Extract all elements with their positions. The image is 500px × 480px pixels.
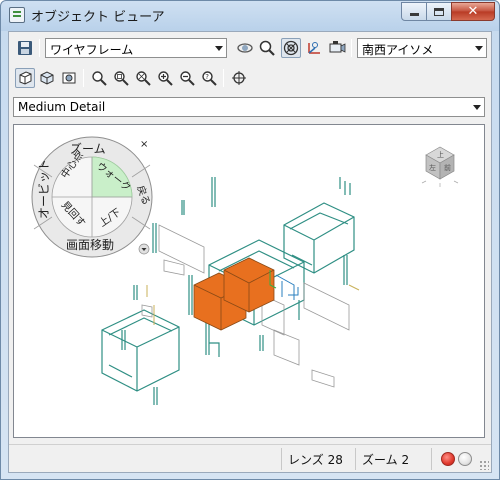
orbit-icon[interactable]: [235, 38, 255, 58]
object-viewer-window: オブジェクト ビューア ✕ ワイヤフレーム 南西アイソメ ? Medium De…: [0, 0, 500, 480]
wheel-close-button[interactable]: ×: [140, 139, 148, 150]
svg-text:?: ?: [205, 73, 209, 81]
zoom-help-icon[interactable]: ?: [199, 68, 219, 88]
visual-style-value: ワイヤフレーム: [50, 43, 134, 57]
toolbar-row-1: ワイヤフレーム 南西アイソメ: [9, 34, 491, 62]
app-icon: [9, 7, 25, 23]
detail-level-value: Medium Detail: [18, 100, 106, 114]
wheel-orbit-label[interactable]: オービット: [37, 159, 51, 219]
toolbar-row-2: ?: [9, 64, 491, 92]
toolbar-separator: [83, 69, 84, 87]
save-icon[interactable]: [15, 38, 35, 58]
zoom-window-icon[interactable]: [111, 68, 131, 88]
chevron-down-icon: [215, 46, 223, 51]
close-icon: ✕: [467, 4, 479, 19]
toolbar-separator: [223, 69, 224, 87]
toolbar-separator: [39, 39, 40, 57]
view-cube-top-label: 上: [437, 150, 444, 159]
viewport-canvas: 上 左 前 ズーム 画面移動 オービット 戻る 中心点 ウォーク 見回す 上/下…: [31, 136, 459, 405]
box-icon[interactable]: [37, 68, 57, 88]
zoom-in-icon[interactable]: [155, 68, 175, 88]
minimize-button[interactable]: [401, 2, 427, 21]
resize-grip[interactable]: [479, 460, 489, 470]
steering-wheel-icon[interactable]: [281, 38, 301, 58]
maximize-icon: [434, 7, 444, 16]
view-preset-value: 南西アイソメ: [362, 43, 434, 57]
steering-wheel[interactable]: ズーム 画面移動 オービット 戻る 中心点 ウォーク 見回す 上/下 ×: [31, 136, 153, 258]
chevron-down-icon: [475, 46, 483, 51]
zoom-status: ズーム 2: [355, 448, 431, 470]
wheel-pan-label[interactable]: 画面移動: [66, 238, 114, 252]
ucs-icon[interactable]: [305, 38, 325, 58]
view-preset-dropdown[interactable]: 南西アイソメ: [357, 38, 487, 58]
caption-buttons: ✕: [401, 2, 495, 21]
view-cube-left-label: 左: [429, 163, 436, 172]
view-cube-front-label: 前: [444, 163, 451, 172]
zoom-out-icon[interactable]: [177, 68, 197, 88]
close-button[interactable]: ✕: [451, 2, 495, 21]
minimize-icon: [409, 13, 419, 16]
camera-icon[interactable]: [327, 38, 347, 58]
window-title: オブジェクト ビューア: [31, 10, 165, 25]
visual-style-dropdown[interactable]: ワイヤフレーム: [45, 38, 227, 58]
toolbar-row-3: Medium Detail: [9, 94, 491, 122]
toolbar-separator: [351, 39, 352, 57]
lens-status: レンズ 28: [281, 448, 355, 470]
red-status-indicator-icon[interactable]: [441, 452, 455, 466]
zoom-extents-icon[interactable]: [133, 68, 153, 88]
3d-viewport[interactable]: 上 左 前 ズーム 画面移動 オービット 戻る 中心点 ウォーク 見回す 上/下…: [13, 124, 485, 438]
maximize-button[interactable]: [426, 2, 452, 21]
client-area: ワイヤフレーム 南西アイソメ ? Medium Detail 上 左 前 ズーム…: [8, 31, 492, 473]
crosshair-icon[interactable]: [229, 68, 249, 88]
status-bar: レンズ 28 ズーム 2: [9, 444, 491, 472]
title-bar[interactable]: オブジェクト ビューア ✕: [1, 1, 499, 29]
view-cube-frame-icon[interactable]: [15, 68, 35, 88]
camera-frame-icon[interactable]: [59, 68, 79, 88]
chevron-down-icon: [473, 105, 481, 110]
view-cube[interactable]: 上 左 前: [421, 146, 459, 187]
gray-status-indicator-icon[interactable]: [458, 452, 472, 466]
zoom-realtime-icon[interactable]: [89, 68, 109, 88]
detail-level-dropdown[interactable]: Medium Detail: [13, 97, 485, 117]
zoom-icon[interactable]: [257, 38, 277, 58]
